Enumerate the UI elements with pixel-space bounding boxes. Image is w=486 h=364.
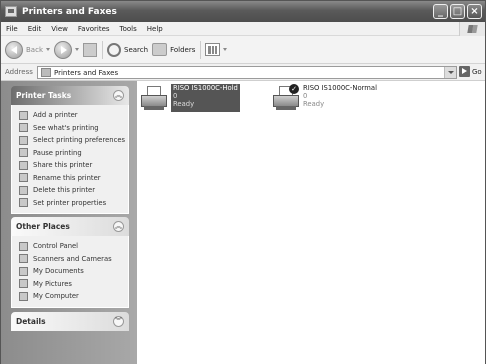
- search-icon: [107, 42, 121, 57]
- menu-edit[interactable]: Edit: [23, 25, 47, 33]
- chevron-down-icon: [223, 48, 228, 51]
- printers-folder-icon: [41, 68, 51, 77]
- views-icon: [205, 43, 221, 56]
- place-my-documents[interactable]: My Documents: [19, 265, 124, 278]
- default-printer-check-icon: ✓: [289, 84, 299, 94]
- go-button[interactable]: Go: [459, 66, 482, 77]
- task-share-printer[interactable]: Share this printer: [19, 159, 124, 172]
- menu-tools[interactable]: Tools: [115, 25, 142, 33]
- pictures-icon: [19, 279, 28, 289]
- address-field[interactable]: Printers and Faxes: [37, 66, 457, 79]
- printer-status: Ready: [173, 100, 195, 109]
- place-control-panel[interactable]: Control Panel: [19, 240, 124, 253]
- window-title: Printers and Faxes: [22, 6, 117, 17]
- printers-folder-icon: [5, 6, 17, 17]
- collapse-icon[interactable]: ︽: [113, 221, 124, 232]
- printer-icon: [139, 84, 169, 112]
- details-panel: Details ︾: [11, 312, 129, 331]
- expand-icon[interactable]: ︾: [113, 316, 124, 327]
- menu-help[interactable]: Help: [142, 25, 168, 33]
- menu-bar: File Edit View Favorites Tools Help: [1, 22, 485, 36]
- address-bar: Address Printers and Faxes Go: [1, 64, 485, 81]
- printer-item-hold[interactable]: RISO IS1000C-Hold 0 Ready: [139, 84, 240, 112]
- menu-file[interactable]: File: [1, 25, 23, 33]
- close-button[interactable]: ×: [467, 4, 482, 19]
- printer-list: RISO IS1000C-Hold 0 Ready ✓ RISO IS1000C…: [137, 81, 485, 364]
- folder-icon: [19, 266, 28, 276]
- control-panel-icon: [19, 241, 28, 251]
- task-rename-printer[interactable]: Rename this printer: [19, 172, 124, 185]
- printer-job-count: 0: [303, 92, 308, 101]
- properties-icon: [19, 198, 28, 208]
- address-dropdown-button[interactable]: [444, 67, 456, 78]
- views-button[interactable]: [205, 39, 228, 61]
- task-add-printer[interactable]: Add a printer: [19, 109, 124, 122]
- address-value: Printers and Faxes: [54, 68, 119, 77]
- preferences-icon: [19, 135, 28, 145]
- toolbar-separator: [102, 40, 103, 59]
- other-places-title: Other Places: [16, 222, 70, 231]
- task-printer-properties[interactable]: Set printer properties: [19, 197, 124, 210]
- printer-status: Ready: [303, 100, 325, 109]
- other-places-header[interactable]: Other Places ︽: [11, 217, 129, 236]
- go-arrow-icon: [459, 66, 470, 77]
- other-places-panel: Other Places ︽ Control Panel Scanners an…: [11, 217, 129, 308]
- printer-tasks-panel: Printer Tasks ︽ Add a printer See what's…: [11, 86, 129, 214]
- forward-arrow-icon: [54, 40, 72, 59]
- folders-button[interactable]: Folders: [152, 39, 195, 61]
- toolbar-separator: [200, 40, 202, 59]
- title-bar: Printers and Faxes _ □ ×: [1, 1, 485, 22]
- place-my-computer[interactable]: My Computer: [19, 290, 124, 303]
- add-printer-icon: [19, 110, 28, 120]
- print-queue-icon: [19, 123, 28, 133]
- delete-icon: [19, 185, 28, 195]
- computer-icon: [19, 291, 28, 301]
- collapse-icon[interactable]: ︽: [113, 90, 124, 101]
- scanner-icon: [19, 254, 28, 264]
- folders-icon: [152, 43, 168, 56]
- pause-icon: [19, 148, 28, 158]
- details-title: Details: [16, 317, 46, 326]
- toolbar: Back Search Folders: [1, 36, 485, 64]
- details-header[interactable]: Details ︾: [11, 312, 129, 331]
- task-delete-printer[interactable]: Delete this printer: [19, 184, 124, 197]
- windows-logo-icon: [459, 22, 485, 36]
- folders-label: Folders: [170, 45, 196, 54]
- back-button[interactable]: Back: [5, 39, 50, 61]
- menu-view[interactable]: View: [46, 25, 73, 33]
- back-label: Back: [26, 45, 43, 54]
- place-scanners-cameras[interactable]: Scanners and Cameras: [19, 253, 124, 266]
- chevron-down-icon: [75, 48, 79, 51]
- menu-favorites[interactable]: Favorites: [73, 25, 115, 33]
- search-label: Search: [124, 45, 149, 54]
- printer-job-count: 0: [173, 92, 178, 101]
- forward-button[interactable]: [54, 39, 79, 61]
- share-icon: [19, 160, 28, 170]
- task-pane: Printer Tasks ︽ Add a printer See what's…: [1, 81, 137, 364]
- go-label: Go: [472, 67, 482, 76]
- printer-tasks-title: Printer Tasks: [16, 91, 72, 100]
- task-see-whats-printing[interactable]: See what's printing: [19, 122, 124, 135]
- task-pause-printing[interactable]: Pause printing: [19, 147, 124, 160]
- address-label: Address: [5, 68, 33, 76]
- rename-icon: [19, 173, 28, 183]
- explorer-window: Printers and Faxes _ □ × File Edit View …: [0, 0, 486, 364]
- up-folder-icon[interactable]: [83, 42, 97, 57]
- printer-icon: ✓: [271, 84, 301, 112]
- printer-tasks-header[interactable]: Printer Tasks ︽: [11, 86, 129, 105]
- chevron-down-icon: [46, 48, 50, 51]
- minimize-button[interactable]: _: [433, 4, 448, 19]
- printer-item-normal[interactable]: ✓ RISO IS1000C-Normal 0 Ready: [271, 84, 377, 112]
- printer-name: RISO IS1000C-Hold: [173, 84, 238, 92]
- printer-name: RISO IS1000C-Normal: [303, 84, 377, 92]
- maximize-button[interactable]: □: [450, 4, 465, 19]
- back-arrow-icon: [5, 40, 23, 59]
- search-button[interactable]: Search: [107, 39, 148, 61]
- place-my-pictures[interactable]: My Pictures: [19, 278, 124, 291]
- task-printing-preferences[interactable]: Select printing preferences: [19, 134, 125, 147]
